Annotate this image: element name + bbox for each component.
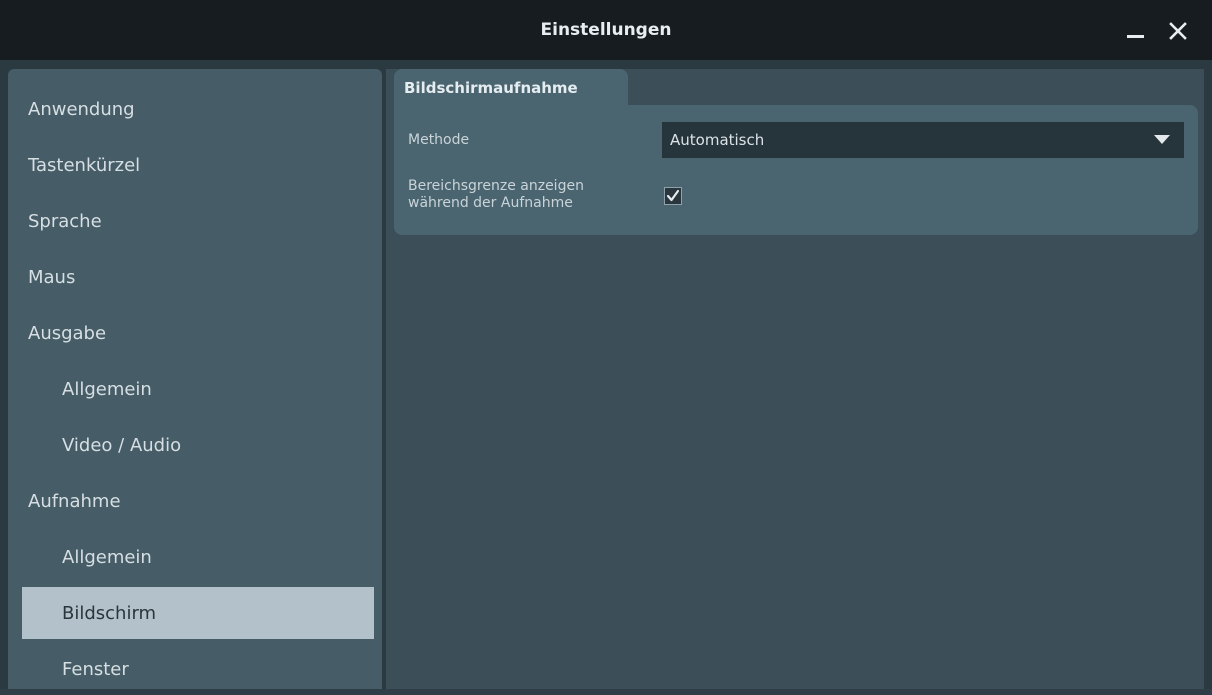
screen-capture-panel: Methode Automatisch Bereichsgrenze anzei…: [394, 105, 1198, 235]
sidebar-item-sprache[interactable]: Sprache: [22, 195, 374, 247]
sidebar-item-label: Allgemein: [62, 378, 152, 400]
sidebar-item-anwendung[interactable]: Anwendung: [22, 83, 374, 135]
method-select[interactable]: Automatisch: [662, 122, 1184, 158]
window-title: Einstellungen: [540, 20, 672, 40]
sidebar-item-fenster[interactable]: Fenster: [22, 643, 374, 695]
checkmark-icon: [666, 189, 680, 202]
sidebar-item-maus[interactable]: Maus: [22, 251, 374, 303]
sidebar-item-allgemein[interactable]: Allgemein: [22, 363, 374, 415]
sidebar-item-aufnahme[interactable]: Aufnahme: [22, 475, 374, 527]
border-label-line2: während der Aufnahme: [408, 195, 573, 211]
sidebar-item-tastenkürzel[interactable]: Tastenkürzel: [22, 139, 374, 191]
window-body: Anwendung Tastenkürzel Sprache Maus Ausgabe A…: [0, 60, 1212, 689]
sidebar-item-label: Tastenkürzel: [28, 154, 141, 176]
sidebar-item-label: Allgemein: [62, 546, 152, 568]
show-border-checkbox[interactable]: [664, 187, 682, 205]
settings-window: Einstellungen Anwendung Tastenkürzel Sprac…: [0, 0, 1212, 689]
settings-content: Bildschirmaufnahme Methode Automatisch B…: [386, 69, 1204, 689]
minimize-icon: [1127, 35, 1144, 38]
tab-label: Bildschirmaufnahme: [404, 79, 578, 97]
sidebar-item-label: Maus: [28, 266, 76, 288]
sidebar-item-label: Bildschirm: [62, 602, 157, 624]
minimize-button[interactable]: [1116, 16, 1156, 46]
sidebar-item-allgemein[interactable]: Allgemein: [22, 531, 374, 583]
title-bar[interactable]: Einstellungen: [0, 0, 1212, 60]
close-button[interactable]: [1158, 16, 1198, 46]
sidebar-item-label: Ausgabe: [28, 322, 107, 344]
method-label: Methode: [408, 132, 470, 148]
sidebar-item-label: Sprache: [28, 210, 102, 232]
sidebar-item-ausgabe[interactable]: Ausgabe: [22, 307, 374, 359]
sidebar-item-label: Anwendung: [28, 98, 135, 120]
method-select-value: Automatisch: [670, 131, 765, 149]
chevron-down-icon: [1154, 135, 1170, 144]
sidebar-item-bildschirm[interactable]: Bildschirm: [22, 587, 374, 639]
sidebar-item-label: Video / Audio: [62, 434, 182, 456]
sidebar-item-video-audio[interactable]: Video / Audio: [22, 419, 374, 471]
tab-screen-capture[interactable]: Bildschirmaufnahme: [394, 69, 628, 107]
border-label-line1: Bereichsgrenze anzeigen: [408, 178, 584, 194]
close-icon: [1169, 22, 1187, 40]
settings-sidebar: Anwendung Tastenkürzel Sprache Maus Ausgabe A…: [8, 69, 382, 689]
sidebar-item-label: Aufnahme: [28, 490, 121, 512]
sidebar-item-label: Fenster: [62, 658, 129, 680]
